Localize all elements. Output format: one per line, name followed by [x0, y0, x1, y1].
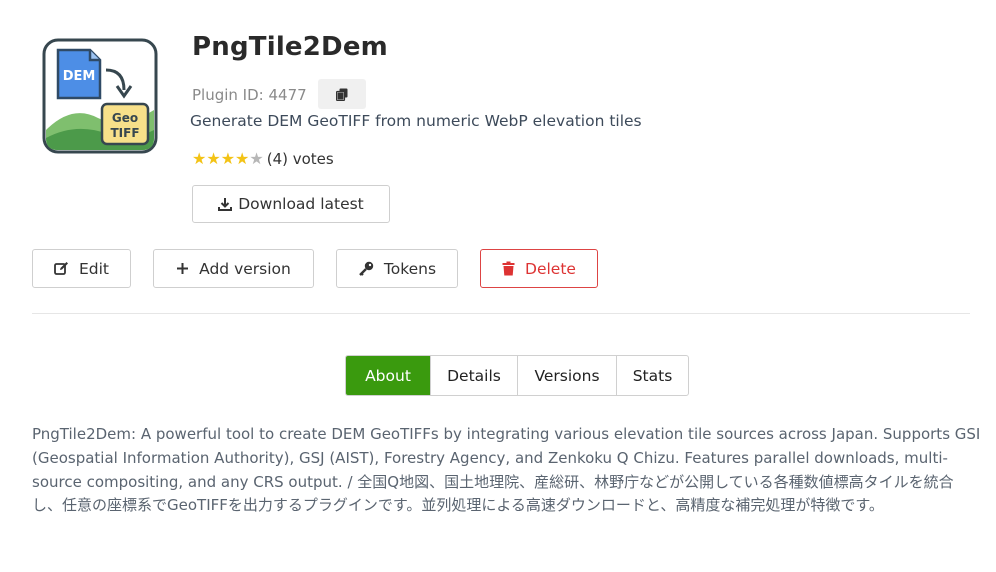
add-version-label: Add version [199, 259, 291, 278]
star-icon[interactable]: ★ [249, 151, 263, 167]
star-icon[interactable]: ★ [206, 151, 220, 167]
copy-icon [336, 88, 348, 101]
about-description: PngTile2Dem: A powerful tool to create D… [32, 425, 981, 515]
rating: ★ ★ ★ ★ ★ (4) votes [192, 150, 334, 168]
tab-about[interactable]: About [346, 356, 430, 395]
edit-button[interactable]: Edit [32, 249, 131, 288]
edit-label: Edit [78, 259, 110, 278]
star-icon[interactable]: ★ [192, 151, 206, 167]
tokens-label: Tokens [383, 259, 437, 278]
logo-tiff-text: TIFF [110, 126, 139, 140]
plus-icon [177, 263, 189, 274]
plugin-subtitle: Generate DEM GeoTIFF from numeric WebP e… [190, 112, 642, 130]
delete-button[interactable]: Delete [480, 249, 598, 288]
tab-bar: About Details Versions Stats [345, 355, 689, 396]
logo-geo-text: Geo [112, 111, 138, 125]
page-title: PngTile2Dem [192, 32, 388, 62]
add-version-button[interactable]: Add version [153, 249, 314, 288]
download-icon [218, 198, 233, 211]
download-latest-button[interactable]: Download latest [192, 185, 390, 223]
tab-stats[interactable]: Stats [616, 356, 688, 395]
tab-details[interactable]: Details [430, 356, 517, 395]
trash-icon [502, 261, 515, 276]
tab-versions[interactable]: Versions [517, 356, 616, 395]
edit-icon [54, 262, 68, 275]
delete-label: Delete [525, 259, 576, 278]
rating-stars[interactable]: ★ ★ ★ ★ ★ [192, 151, 264, 167]
star-icon[interactable]: ★ [221, 151, 235, 167]
star-icon[interactable]: ★ [235, 151, 249, 167]
divider [32, 313, 970, 314]
logo-dem-text: DEM [63, 69, 96, 84]
download-label: Download latest [238, 195, 364, 213]
tokens-button[interactable]: Tokens [336, 249, 458, 288]
votes-count: (4) votes [266, 150, 334, 168]
key-icon [359, 261, 374, 276]
copy-id-button[interactable] [318, 79, 366, 109]
plugin-logo: DEM Geo TIFF [42, 38, 158, 154]
plugin-id: Plugin ID: 4477 [192, 86, 307, 104]
